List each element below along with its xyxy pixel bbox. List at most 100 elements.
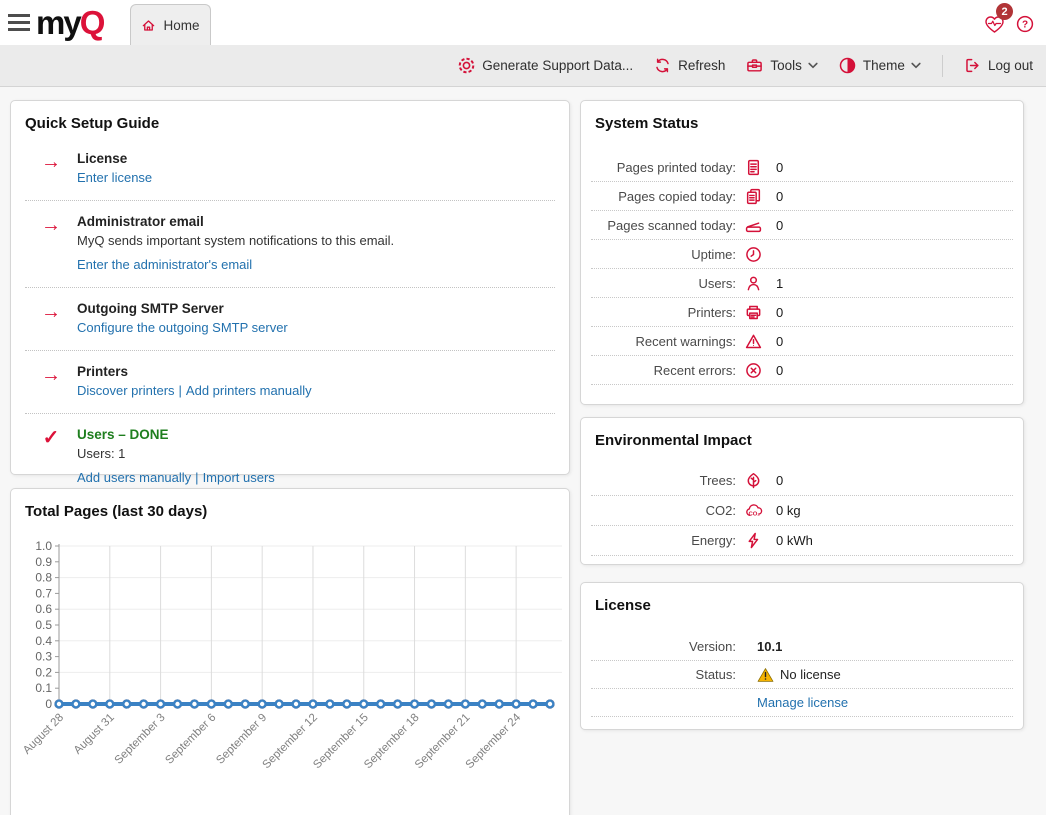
svg-text:0.8: 0.8 [35, 571, 52, 585]
logout-icon [964, 57, 981, 74]
row-value: 0 [776, 334, 783, 349]
svg-text:CO₂: CO₂ [748, 512, 760, 518]
co2-cloud-icon: CO₂ [745, 502, 764, 519]
generate-support-data-button[interactable]: Generate Support Data... [458, 57, 633, 74]
svg-text:0.9: 0.9 [35, 555, 52, 569]
row-label: Users: [591, 276, 736, 291]
arrow-right-icon [25, 301, 77, 335]
scanner-icon [745, 217, 762, 234]
refresh-button[interactable]: Refresh [654, 57, 725, 74]
environmental-impact-card: Environmental Impact Trees: 0 CO2: CO₂ 0… [580, 417, 1024, 565]
svg-text:0.3: 0.3 [35, 650, 52, 664]
generate-support-data-label: Generate Support Data... [482, 58, 633, 73]
error-circle-icon [745, 362, 762, 379]
row-label: Pages scanned today: [591, 218, 736, 233]
discover-printers-link[interactable]: Discover printers [77, 383, 175, 398]
svg-text:September 3: September 3 [113, 712, 168, 767]
svg-text:September 24: September 24 [464, 711, 524, 771]
user-icon [745, 275, 762, 292]
row-label: Energy: [591, 533, 736, 548]
row-value: 0 [776, 305, 783, 320]
quick-setup-guide-card: Quick Setup Guide License Enter license … [10, 100, 570, 475]
theme-label: Theme [863, 58, 905, 73]
notification-badge: 2 [996, 3, 1013, 20]
row-label: Version: [591, 639, 736, 654]
manage-license-link[interactable]: Manage license [757, 695, 848, 710]
svg-text:September 6: September 6 [163, 712, 218, 767]
action-toolbar: Generate Support Data... Refresh Tools T… [0, 45, 1046, 87]
chart-title: Total Pages (last 30 days) [11, 489, 569, 520]
row-label: CO2: [591, 503, 736, 518]
license-version-value: 10.1 [757, 639, 782, 654]
license-title: License [581, 583, 1023, 614]
svg-text:?: ? [1022, 20, 1028, 31]
row-value: 0 kg [776, 503, 801, 518]
menu-icon[interactable] [8, 14, 30, 31]
tab-home[interactable]: Home [130, 4, 211, 45]
chevron-down-icon [808, 62, 818, 69]
link-separator: | [179, 383, 182, 398]
add-printers-manually-link[interactable]: Add printers manually [186, 383, 312, 398]
add-users-manually-link[interactable]: Add users manually [77, 470, 191, 485]
status-row-pages-copied: Pages copied today: 0 [591, 182, 1013, 211]
status-row-printers: Printers: 0 [591, 298, 1013, 327]
environmental-impact-title: Environmental Impact [581, 418, 1023, 449]
license-status-value: No license [780, 667, 841, 682]
status-row-users: Users: 1 [591, 269, 1013, 298]
row-label: Recent errors: [591, 363, 736, 378]
configure-smtp-link[interactable]: Configure the outgoing SMTP server [77, 320, 288, 335]
license-card: License Version: 10.1 Status: No license… [580, 582, 1024, 730]
setup-item-title: Users – DONE [77, 427, 275, 442]
setup-item-smtp: Outgoing SMTP Server Configure the outgo… [25, 288, 555, 351]
arrow-right-icon [25, 364, 77, 398]
home-icon [141, 18, 156, 33]
top-bar: myQ Home 2 ? [0, 0, 1046, 45]
logo-text-my: my [36, 4, 80, 41]
warning-yellow-icon [757, 667, 774, 683]
setup-item-title: Printers [77, 364, 312, 379]
check-icon [25, 427, 77, 485]
arrow-right-icon [25, 214, 77, 272]
tools-menu-button[interactable]: Tools [746, 57, 818, 74]
quick-setup-title: Quick Setup Guide [11, 101, 569, 132]
env-row-co2: CO2: CO₂ 0 kg [591, 496, 1013, 526]
myq-logo[interactable]: myQ [36, 1, 103, 45]
total-pages-card: Total Pages (last 30 days) 1.00.90.80.70… [10, 488, 570, 815]
link-separator: | [195, 470, 198, 485]
theme-menu-button[interactable]: Theme [839, 57, 921, 74]
setup-item-title: License [77, 151, 152, 166]
logout-button[interactable]: Log out [964, 57, 1033, 74]
printer-icon [745, 304, 762, 321]
svg-text:August 31: August 31 [72, 712, 117, 757]
total-pages-chart: 1.00.90.80.70.60.50.40.30.20.10August 28… [13, 533, 569, 815]
svg-text:0.4: 0.4 [35, 634, 52, 648]
row-value: 0 [776, 218, 783, 233]
svg-text:0.1: 0.1 [35, 681, 52, 695]
import-users-link[interactable]: Import users [203, 470, 275, 485]
enter-license-link[interactable]: Enter license [77, 170, 152, 185]
enter-admin-email-link[interactable]: Enter the administrator's email [77, 257, 252, 272]
notifications-button[interactable]: 2 [983, 14, 1006, 34]
status-row-recent-warnings: Recent warnings: 0 [591, 327, 1013, 356]
env-row-energy: Energy: 0 kWh [591, 526, 1013, 556]
svg-text:September 9: September 9 [214, 712, 269, 767]
help-button[interactable]: ? [1016, 15, 1034, 33]
arrow-right-icon [25, 151, 77, 185]
setup-item-printers: Printers Discover printers | Add printers … [25, 351, 555, 414]
setup-item-description: MyQ sends important system notifications… [77, 233, 394, 248]
logo-text-q: Q [80, 4, 104, 41]
svg-text:1.0: 1.0 [35, 539, 52, 553]
status-row-uptime: Uptime: [591, 240, 1013, 269]
system-status-card: System Status Pages printed today: 0 Pag… [580, 100, 1024, 405]
row-label: Pages printed today: [591, 160, 736, 175]
logout-label: Log out [988, 58, 1033, 73]
tree-icon [745, 472, 762, 489]
row-value: 0 [776, 189, 783, 204]
status-row-pages-scanned: Pages scanned today: 0 [591, 211, 1013, 240]
row-value: 0 [776, 363, 783, 378]
copied-page-icon [745, 188, 762, 205]
svg-text:0.5: 0.5 [35, 618, 52, 632]
system-status-title: System Status [581, 101, 1023, 132]
row-value: 0 kWh [776, 533, 813, 548]
row-label: Printers: [591, 305, 736, 320]
